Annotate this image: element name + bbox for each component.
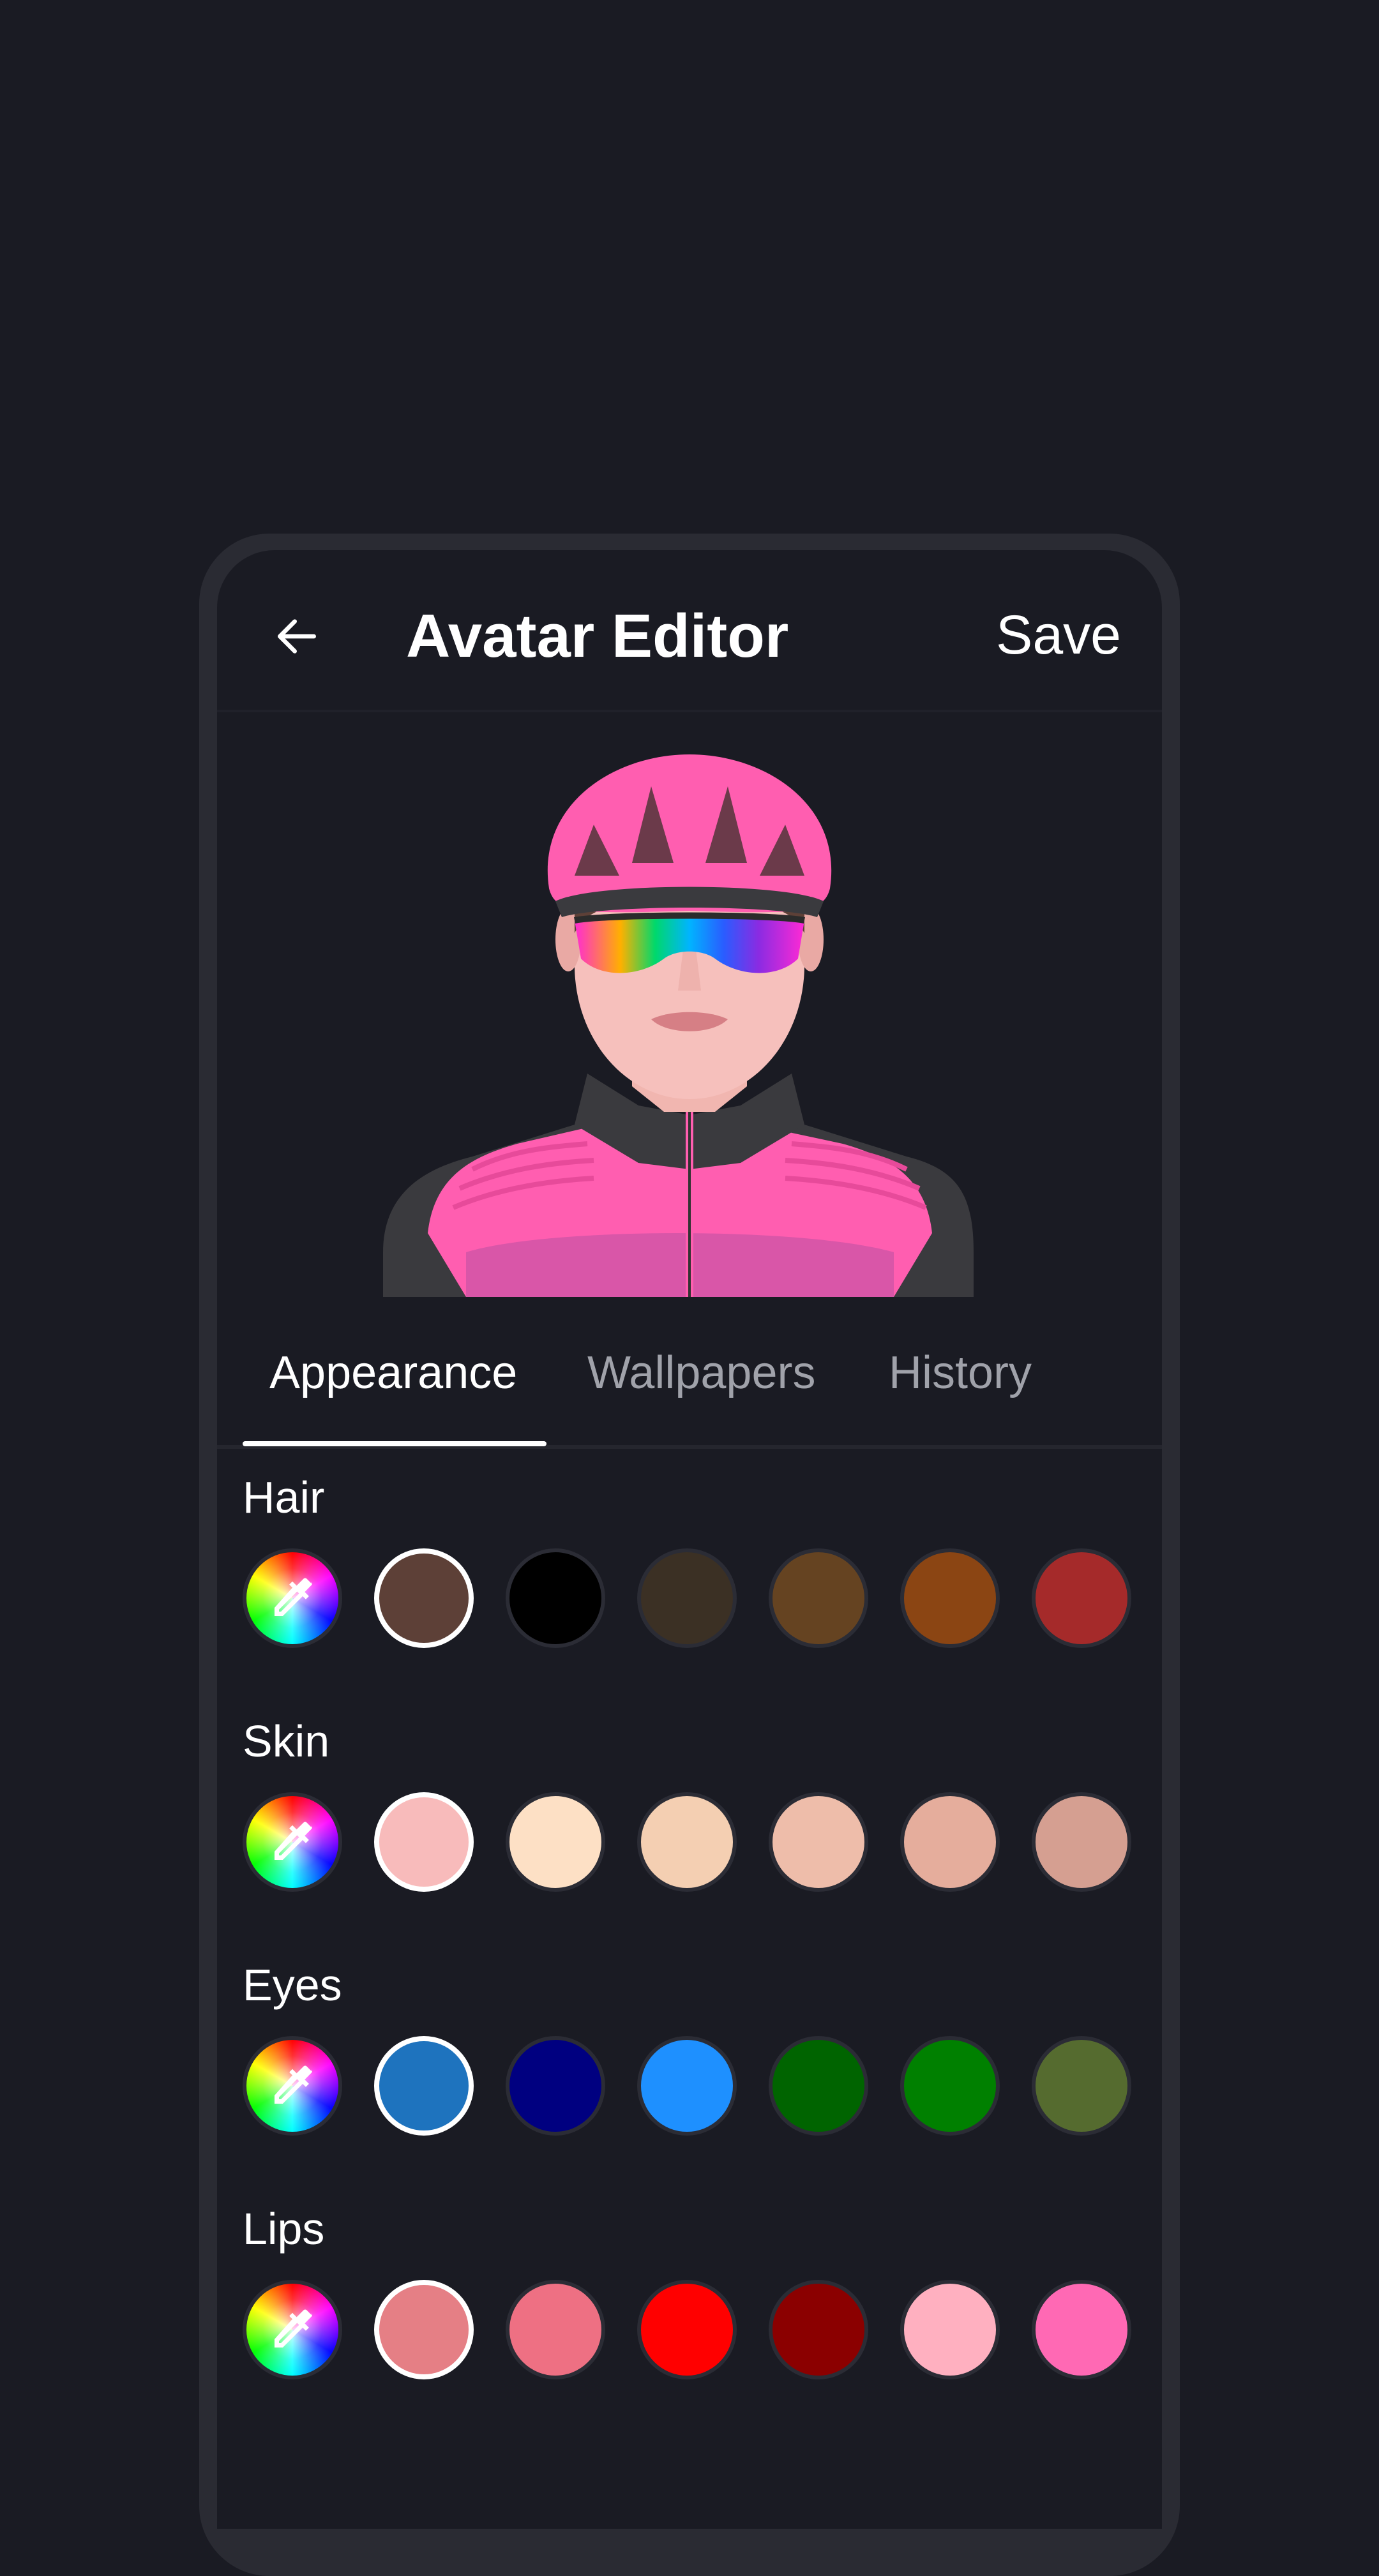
lips-swatch[interactable] [900, 2280, 1000, 2379]
app-bar-divider [217, 710, 1162, 712]
eyes-swatch[interactable] [374, 2036, 474, 2136]
hair-swatch[interactable] [1032, 1548, 1131, 1648]
app-bar: Avatar Editor Save [217, 550, 1162, 710]
hair-swatch[interactable] [900, 1548, 1000, 1648]
save-button[interactable]: Save [996, 604, 1121, 667]
lips-swatch[interactable] [374, 2280, 474, 2379]
eyedropper-icon [275, 2065, 313, 2104]
lips-section: Lips [217, 2203, 1162, 2446]
arrow-left-icon [278, 619, 316, 654]
section-label: Hair [243, 1472, 325, 1522]
tab-history[interactable]: History [889, 1347, 1032, 1399]
lips-swatch[interactable] [769, 2280, 868, 2379]
eyes-swatch[interactable] [637, 2036, 737, 2136]
back-button[interactable] [255, 595, 338, 678]
lips-swatch[interactable] [1032, 2280, 1131, 2379]
tab-wallpapers[interactable]: Wallpapers [587, 1347, 815, 1399]
hair-swatch[interactable] [637, 1548, 737, 1648]
skin-section: Skin [217, 1716, 1162, 1958]
hair-swatch[interactable] [374, 1548, 474, 1648]
skin-swatch[interactable] [637, 1792, 737, 1892]
eyes-swatch[interactable] [769, 2036, 868, 2136]
skin-swatch[interactable] [769, 1792, 868, 1892]
lips-swatch[interactable] [506, 2280, 605, 2379]
skin-swatch[interactable] [374, 1792, 474, 1892]
eyes-swatch[interactable] [900, 2036, 1000, 2136]
eyes-swatch[interactable] [506, 2036, 605, 2136]
skin-swatch[interactable] [506, 1792, 605, 1892]
eyes-section: Eyes [217, 1959, 1162, 2202]
app-screen: Avatar Editor Save Appearance Wallpapers… [217, 550, 1162, 2529]
section-label: Eyes [243, 1960, 342, 2010]
hair-color-picker-button[interactable] [243, 1548, 342, 1648]
skin-swatch[interactable] [900, 1792, 1000, 1892]
tab-indicator [243, 1441, 546, 1446]
tab-appearance[interactable]: Appearance [269, 1347, 517, 1399]
eyes-color-picker-button[interactable] [243, 2036, 342, 2136]
hair-swatch[interactable] [506, 1548, 605, 1648]
helmet [547, 754, 832, 917]
hair-swatch[interactable] [769, 1548, 868, 1648]
lips-color-picker-button[interactable] [243, 2280, 342, 2379]
hair-section: Hair [217, 1472, 1162, 1714]
section-label: Lips [243, 2204, 325, 2254]
eyedropper-icon [275, 1822, 313, 1860]
skin-swatch[interactable] [1032, 1792, 1131, 1892]
skin-color-picker-button[interactable] [243, 1792, 342, 1892]
section-label: Skin [243, 1716, 330, 1766]
tab-bar: Appearance Wallpapers History [217, 1316, 1162, 1419]
eyedropper-icon [275, 2309, 313, 2348]
eyes-swatch[interactable] [1032, 2036, 1131, 2136]
eyedropper-icon [275, 1578, 313, 1616]
page-title: Avatar Editor [406, 602, 789, 670]
lips-swatch[interactable] [637, 2280, 737, 2379]
avatar-preview [383, 754, 974, 1297]
